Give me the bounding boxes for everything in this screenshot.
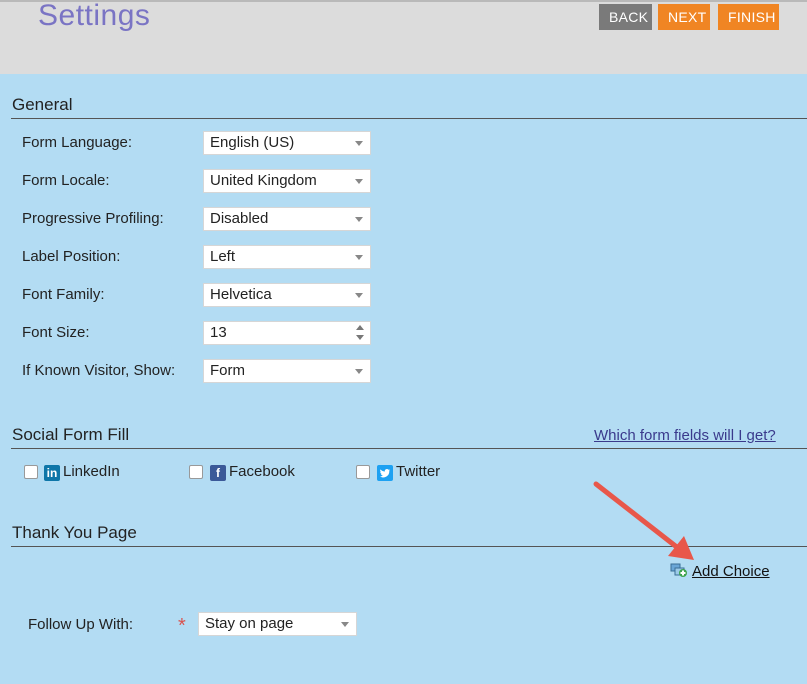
facebook-icon: f	[210, 465, 226, 481]
general-divider	[11, 118, 807, 119]
form-locale-label: Form Locale:	[22, 172, 110, 189]
follow-up-label: Follow Up With:	[28, 616, 134, 633]
back-button[interactable]: BACK	[599, 4, 652, 30]
stepper-up-icon[interactable]	[356, 325, 364, 330]
font-size-value: 13	[210, 324, 227, 341]
header-bar: Settings BACK NEXT FINISH	[0, 0, 807, 74]
finish-button[interactable]: FINISH	[718, 4, 779, 30]
social-divider	[11, 448, 807, 449]
annotation-arrow-icon	[593, 481, 694, 560]
twitter-bird-icon	[380, 469, 390, 478]
facebook-label: Facebook	[229, 463, 295, 480]
add-choice-icon[interactable]	[670, 562, 688, 578]
label-position-label: Label Position:	[22, 248, 121, 265]
form-language-label: Form Language:	[22, 134, 133, 151]
twitter-checkbox[interactable]	[356, 465, 370, 479]
next-button[interactable]: NEXT	[658, 4, 710, 30]
progressive-profiling-value: Disabled	[210, 210, 269, 227]
twitter-icon	[377, 465, 393, 481]
stepper-icon[interactable]	[356, 325, 364, 341]
chevron-down-icon	[341, 622, 349, 627]
chevron-down-icon	[355, 255, 363, 260]
form-language-value: English (US)	[210, 134, 295, 151]
label-position-select[interactable]: Left	[203, 245, 371, 269]
known-visitor-label: If Known Visitor, Show:	[22, 362, 176, 379]
page-title: Settings	[38, 0, 151, 32]
social-section-title: Social Form Fill	[12, 425, 130, 444]
chevron-down-icon	[355, 217, 363, 222]
form-locale-select[interactable]: United Kingdom	[203, 169, 371, 193]
chevron-down-icon	[355, 141, 363, 146]
label-position-value: Left	[210, 248, 236, 265]
chevron-down-icon	[355, 293, 363, 298]
follow-up-select[interactable]: Stay on page	[198, 612, 357, 636]
font-size-stepper[interactable]: 13	[203, 321, 371, 345]
twitter-label: Twitter	[396, 463, 441, 480]
known-visitor-value: Form	[210, 362, 245, 379]
font-family-value: Helvetica	[210, 286, 272, 303]
form-locale-value: United Kingdom	[210, 172, 317, 189]
linkedin-checkbox[interactable]	[24, 465, 38, 479]
form-language-select[interactable]: English (US)	[203, 131, 371, 155]
progressive-profiling-label: Progressive Profiling:	[22, 210, 164, 227]
linkedin-label: LinkedIn	[63, 463, 120, 480]
add-choice-link[interactable]: Add Choice	[692, 563, 770, 580]
thank-you-section-title: Thank You Page	[12, 523, 137, 542]
which-fields-link[interactable]: Which form fields will I get?	[594, 427, 776, 444]
font-family-select[interactable]: Helvetica	[203, 283, 371, 307]
font-family-label: Font Family:	[22, 286, 105, 303]
follow-up-value: Stay on page	[205, 615, 294, 632]
chevron-down-icon	[355, 179, 363, 184]
general-section-title: General	[12, 95, 73, 114]
required-asterisk: *	[178, 615, 186, 637]
progressive-profiling-select[interactable]: Disabled	[203, 207, 371, 231]
font-size-label: Font Size:	[22, 324, 90, 341]
linkedin-icon: in	[44, 465, 60, 481]
known-visitor-select[interactable]: Form	[203, 359, 371, 383]
chevron-down-icon	[355, 369, 363, 374]
facebook-checkbox[interactable]	[189, 465, 203, 479]
stepper-down-icon[interactable]	[356, 335, 364, 340]
